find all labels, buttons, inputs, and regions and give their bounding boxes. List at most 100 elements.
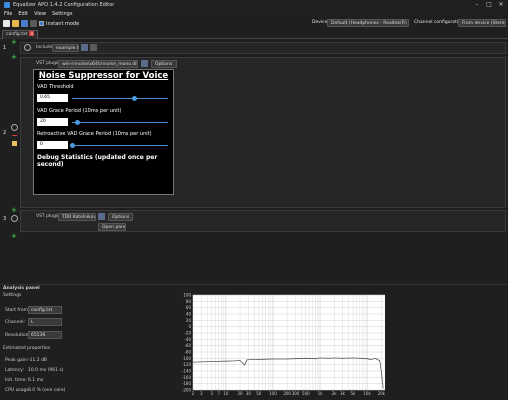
filter-index: 1 bbox=[3, 45, 7, 51]
menu-bar: File Edit View Settings bbox=[0, 10, 508, 18]
app-icon bbox=[4, 2, 10, 8]
latency-value: 10.0 ms (961 s) bbox=[28, 368, 64, 373]
x-tick-label: 10 bbox=[223, 391, 229, 396]
add-filter-icon[interactable]: + bbox=[11, 232, 17, 240]
y-tick-label: 20 bbox=[186, 318, 192, 323]
x-tick-label: 1k bbox=[318, 391, 324, 396]
tab-config[interactable]: config.txt × bbox=[2, 30, 39, 39]
y-tick-label: -60 bbox=[184, 343, 191, 348]
grace-period-input[interactable]: 20 bbox=[37, 118, 68, 126]
x-tick-label: 100 bbox=[269, 391, 277, 396]
grace-period-slider-knob[interactable] bbox=[75, 120, 81, 125]
close-button[interactable]: ✕ bbox=[495, 0, 507, 10]
x-tick-label: 300 bbox=[292, 391, 300, 396]
remove-icon[interactable] bbox=[12, 135, 17, 136]
vad-threshold-slider-knob[interactable] bbox=[131, 96, 137, 101]
resolution-label: Resolution: bbox=[5, 333, 31, 338]
tab-label: config.txt bbox=[6, 32, 28, 37]
options-dropdown[interactable]: Options bbox=[108, 213, 133, 221]
instant-mode-label: Instant mode bbox=[46, 20, 80, 27]
save-icon[interactable] bbox=[21, 20, 28, 27]
retro-grace-input[interactable]: 0 bbox=[37, 141, 68, 149]
browse-icon[interactable] bbox=[141, 60, 148, 67]
menu-view[interactable]: View bbox=[34, 11, 46, 17]
minimize-button[interactable]: – bbox=[471, 0, 483, 10]
device-dropdown[interactable]: Default (Headphones - Realtek(R) Audio) bbox=[327, 19, 409, 27]
save-all-icon[interactable] bbox=[30, 20, 37, 27]
window-title: Equalizer APO 1.4.2 Configuration Editor bbox=[13, 2, 115, 8]
vst-plugin-panel: Noise Suppressor for Voice VAD Threshold… bbox=[33, 69, 174, 195]
peak-gain-label: Peak gain: bbox=[5, 358, 29, 363]
include-file-field[interactable]: example.txt bbox=[52, 44, 79, 52]
browse-icon[interactable] bbox=[98, 213, 105, 220]
instant-mode-checkbox[interactable] bbox=[39, 21, 44, 26]
plugin-title: Noise Suppressor for Voice bbox=[38, 71, 169, 81]
edit-icon[interactable] bbox=[90, 44, 97, 51]
maximize-button[interactable]: □ bbox=[483, 0, 495, 10]
y-tick-label: -20 bbox=[184, 331, 191, 336]
peak-gain-value: -11.2 dB bbox=[28, 358, 48, 363]
grace-period-slider-track[interactable] bbox=[72, 122, 168, 123]
x-tick-label: 500 bbox=[302, 391, 310, 396]
cpu-usage-value: 3.0 % (one core) bbox=[28, 388, 66, 393]
vst-path-field[interactable]: win-rnnoise\x64\rnnoise_mono.dll bbox=[58, 60, 138, 68]
start-from-dropdown[interactable]: config.txt bbox=[28, 306, 62, 314]
x-tick-label: 50 bbox=[256, 391, 262, 396]
x-tick-label: 2k bbox=[332, 391, 338, 396]
x-tick-label: 3 bbox=[200, 391, 203, 396]
retro-grace-slider-knob[interactable] bbox=[69, 143, 75, 148]
add-filter-icon[interactable]: + bbox=[11, 38, 17, 46]
power-icon[interactable] bbox=[24, 44, 31, 51]
x-tick-label: 5k bbox=[350, 391, 356, 396]
power-icon[interactable] bbox=[11, 124, 18, 131]
y-tick-label: 60 bbox=[186, 305, 192, 310]
vad-threshold-slider-track[interactable] bbox=[72, 98, 168, 99]
y-tick-label: -40 bbox=[184, 337, 191, 342]
x-tick-label: 3k bbox=[340, 391, 346, 396]
menu-edit[interactable]: Edit bbox=[18, 11, 28, 17]
options-dropdown[interactable]: Options bbox=[151, 60, 177, 68]
title-bar: Equalizer APO 1.4.2 Configuration Editor… bbox=[0, 0, 508, 10]
browse-icon[interactable] bbox=[81, 44, 88, 51]
estimated-title: Estimated properties bbox=[3, 346, 51, 351]
settings-title: Settings bbox=[3, 293, 22, 298]
vad-threshold-input[interactable]: 0.65 bbox=[37, 94, 68, 102]
retro-grace-label: Retroactive VAD Grace Period (10ms per u… bbox=[37, 131, 152, 137]
x-tick-label: 20k bbox=[378, 391, 386, 396]
x-tick-label: 200 bbox=[283, 391, 291, 396]
menu-file[interactable]: File bbox=[4, 11, 12, 17]
resolution-dropdown[interactable]: 65536 bbox=[28, 331, 62, 339]
y-tick-label: -100 bbox=[182, 356, 192, 361]
x-tick-label: 10k bbox=[363, 391, 371, 396]
menu-settings[interactable]: Settings bbox=[52, 11, 73, 17]
open-folder-icon[interactable] bbox=[12, 20, 19, 27]
debug-stats-label: Debug Statistics (updated once per secon… bbox=[37, 154, 158, 168]
add-filter-icon[interactable]: + bbox=[11, 206, 17, 214]
latency-label: Latency: bbox=[5, 368, 24, 373]
y-tick-label: -140 bbox=[182, 369, 192, 374]
channel-label: Channel: bbox=[5, 320, 25, 325]
start-from-label: Start from: bbox=[5, 308, 30, 313]
y-tick-label: 100 bbox=[183, 293, 191, 298]
vst-path-field[interactable]: TDR Kotelnikov.dll bbox=[58, 213, 96, 221]
retro-grace-slider-track[interactable] bbox=[72, 145, 168, 146]
y-tick-label: -180 bbox=[182, 381, 192, 386]
y-tick-label: 0 bbox=[188, 324, 191, 329]
add-filter-icon[interactable]: + bbox=[11, 53, 17, 61]
channel-config-dropdown[interactable]: From device (Stereo) bbox=[458, 19, 506, 27]
y-tick-label: 80 bbox=[186, 299, 192, 304]
open-panel-button[interactable]: Open panel bbox=[98, 223, 126, 231]
y-tick-label: 40 bbox=[186, 312, 192, 317]
tab-close-icon[interactable]: × bbox=[29, 31, 35, 36]
channel-dropdown[interactable]: L bbox=[28, 318, 62, 326]
y-tick-label: -120 bbox=[182, 362, 192, 367]
new-file-icon[interactable] bbox=[3, 20, 10, 27]
x-tick-label: 7 bbox=[217, 391, 220, 396]
cpu-usage-label: CPU usage: bbox=[5, 388, 31, 393]
note-icon[interactable] bbox=[12, 141, 17, 146]
init-time-value: 6.1 ms bbox=[28, 378, 44, 383]
filter-index: 3 bbox=[3, 216, 7, 222]
power-icon[interactable] bbox=[11, 215, 18, 222]
plot-area bbox=[193, 295, 385, 390]
y-tick-label: -200 bbox=[182, 388, 192, 393]
